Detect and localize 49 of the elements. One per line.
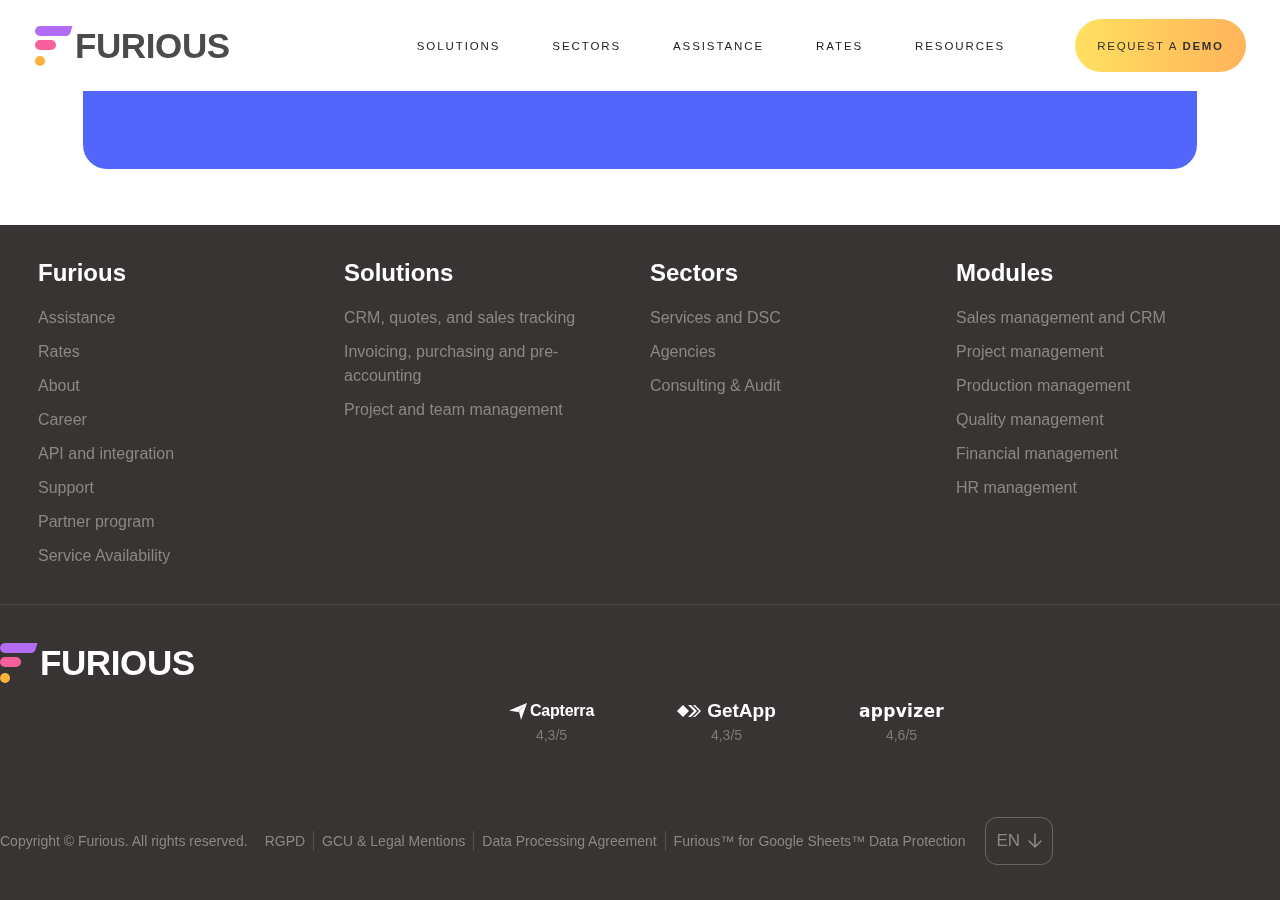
logo-icon <box>0 643 38 683</box>
review-site-name: Capterra <box>529 702 595 720</box>
nav-link[interactable]: SECTORS <box>552 39 622 52</box>
footer-link[interactable]: Project and team management <box>344 398 563 422</box>
pointer-arrow-icon <box>508 702 527 720</box>
footer-link[interactable]: Financial management <box>956 442 1118 466</box>
footer-link[interactable]: Support <box>38 476 95 500</box>
footer-link[interactable]: Consulting & Audit <box>650 374 781 398</box>
nav-link[interactable]: RESOURCES <box>915 39 1005 52</box>
footer-link[interactable]: Partner program <box>38 510 155 534</box>
footer-heading: Solutions <box>344 258 454 287</box>
demo-button[interactable]: REQUEST A DEMO <box>1075 19 1246 72</box>
footer-link[interactable]: Services and DSC <box>650 306 781 330</box>
footer-link[interactable]: HR management <box>956 476 1077 500</box>
arrow-down-icon <box>1028 833 1043 849</box>
nav-link[interactable]: RATES <box>816 39 864 52</box>
footer-link[interactable]: Invoicing, purchasing and pre-accounting <box>344 340 606 388</box>
footer-link[interactable]: Service Availability <box>38 544 171 568</box>
nav-link[interactable]: SOLUTIONS <box>416 39 501 52</box>
chevrons-icon <box>677 704 702 718</box>
footer-link[interactable]: Career <box>38 408 87 432</box>
footer-link[interactable]: API and integration <box>38 442 175 466</box>
nav-link[interactable]: ASSISTANCE <box>673 39 765 52</box>
legal-link[interactable]: Data Processing Agreement <box>474 833 665 849</box>
footer-link[interactable]: Sales management and CRM <box>956 306 1166 330</box>
footer-link[interactable]: Assistance <box>38 306 116 330</box>
copyright-text: Copyright © Furious. All rights reserved. <box>0 833 248 849</box>
review-site-name: GetApp <box>707 700 776 722</box>
language-select[interactable]: EN <box>985 817 1054 865</box>
footer-heading: Modules <box>956 258 1054 287</box>
legal-link[interactable]: RGPD <box>256 833 314 849</box>
footer-heading: Furious <box>38 258 126 287</box>
footer-link[interactable]: CRM, quotes, and sales tracking <box>344 306 576 330</box>
logo-wordmark: FURIOUS <box>40 643 195 683</box>
logo-wordmark: FURIOUS <box>75 25 230 66</box>
rating-text: 4,3/5 <box>535 726 568 744</box>
legal-link[interactable]: GCU & Legal Mentions <box>314 833 474 849</box>
legal-link[interactable]: Furious™ for Google Sheets™ Data Protection <box>665 833 974 849</box>
logo-icon <box>35 25 73 66</box>
rating-text: 4,6/5 <box>885 726 918 744</box>
footer-link[interactable]: Rates <box>38 340 80 364</box>
rating-text: 4,3/5 <box>710 726 743 744</box>
review-site-name: appvizer <box>859 701 944 721</box>
footer-link[interactable]: Quality management <box>956 408 1104 432</box>
footer-link[interactable]: Agencies <box>650 340 716 364</box>
footer-heading: Sectors <box>650 258 739 287</box>
footer-link[interactable]: Production management <box>956 374 1131 398</box>
footer-link[interactable]: About <box>38 374 80 398</box>
footer-link[interactable]: Project management <box>956 340 1104 364</box>
